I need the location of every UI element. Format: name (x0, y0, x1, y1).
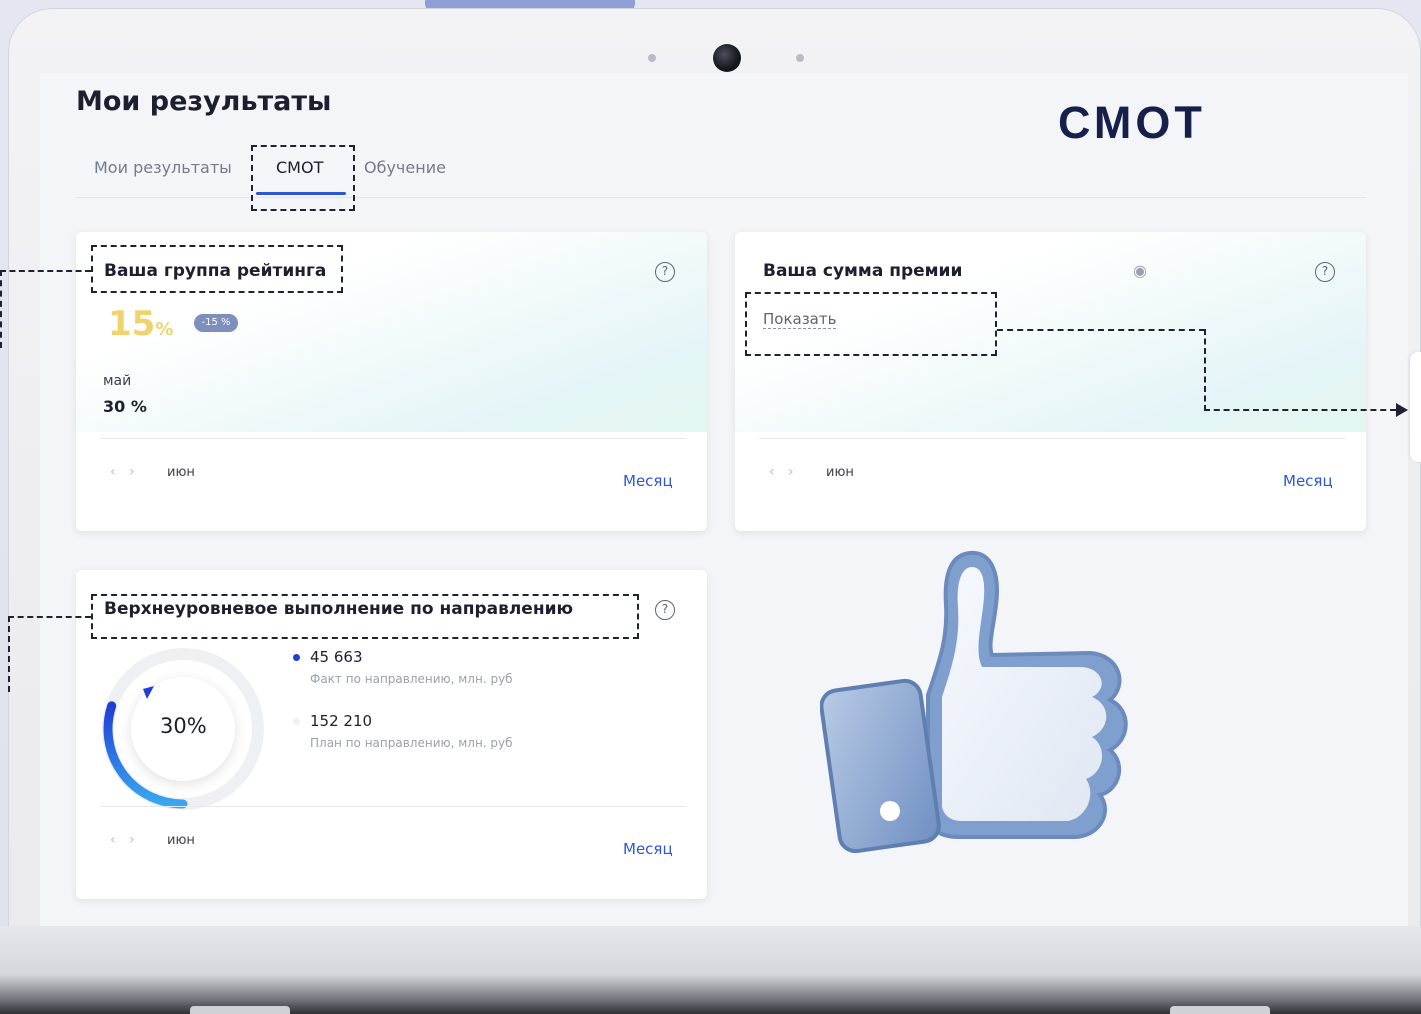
bonus-card: Ваша сумма премии ◉ ? Показать ‹ › июн М… (735, 232, 1366, 531)
divider (100, 438, 686, 439)
previous-period-label: май (103, 373, 132, 389)
previous-period-value: 30 % (103, 397, 147, 416)
connector-line (0, 270, 91, 272)
month-selector-link[interactable]: Месяц (1283, 472, 1333, 490)
connector-line (997, 329, 1205, 331)
fact-value: 45 663 (310, 648, 363, 666)
period-nav-arrows[interactable]: ‹ › (769, 464, 794, 480)
highlight-frame-tab (251, 145, 355, 211)
highlight-frame-execution-title (91, 594, 639, 639)
laptop-base (0, 926, 1421, 1014)
current-period: июн (167, 465, 195, 480)
current-period: июн (826, 465, 854, 480)
connector-line (1204, 409, 1396, 411)
tab-training[interactable]: Обучение (364, 158, 446, 177)
camera-indicator-left (648, 54, 656, 62)
highlight-frame-show-link (745, 292, 997, 356)
brand-logo: СМОТ (1058, 97, 1206, 148)
side-panel-edge (1410, 352, 1421, 462)
fact-legend-dot (293, 654, 300, 661)
connector-line (8, 616, 10, 692)
progress-percent: 30% (160, 714, 207, 738)
rating-change-badge: -15 % (194, 314, 238, 332)
tab-my-results[interactable]: Мои результаты (94, 158, 232, 177)
highlight-frame-rating-title (91, 245, 343, 293)
connector-line (8, 616, 91, 618)
laptop-foot (1170, 1006, 1270, 1014)
arrow-right-icon (1396, 403, 1408, 417)
divider (759, 438, 1345, 439)
help-icon[interactable]: ? (655, 600, 675, 620)
period-nav-arrows[interactable]: ‹ › (110, 464, 135, 480)
page-title: Мои результаты (76, 86, 332, 117)
webcam-icon (713, 44, 741, 72)
rating-unit: % (155, 319, 174, 340)
rating-number: 15 (108, 304, 156, 344)
period-nav-arrows[interactable]: ‹ › (110, 832, 135, 848)
rating-value: 15% (108, 304, 173, 344)
plan-label: План по направлению, млн. руб (310, 736, 513, 750)
eye-icon[interactable]: ◉ (1133, 261, 1147, 280)
plan-value: 152 210 (310, 712, 373, 730)
thumbs-up-icon (820, 550, 1128, 854)
month-selector-link[interactable]: Месяц (623, 472, 673, 490)
bonus-card-title: Ваша сумма премии (763, 261, 963, 281)
camera-indicator-right (796, 54, 804, 62)
connector-line (0, 270, 2, 348)
cuff-button (880, 801, 900, 821)
laptop-foot (190, 1006, 290, 1014)
thumb-cuff (820, 678, 941, 854)
current-period: июн (167, 833, 195, 848)
divider (100, 806, 686, 807)
help-icon[interactable]: ? (655, 262, 675, 282)
fact-label: Факт по направлению, млн. руб (310, 672, 513, 686)
help-icon[interactable]: ? (1315, 262, 1335, 282)
thumb-face (942, 567, 1107, 821)
plan-legend-dot (293, 718, 300, 725)
month-selector-link[interactable]: Месяц (623, 840, 673, 858)
connector-line (1204, 329, 1206, 411)
